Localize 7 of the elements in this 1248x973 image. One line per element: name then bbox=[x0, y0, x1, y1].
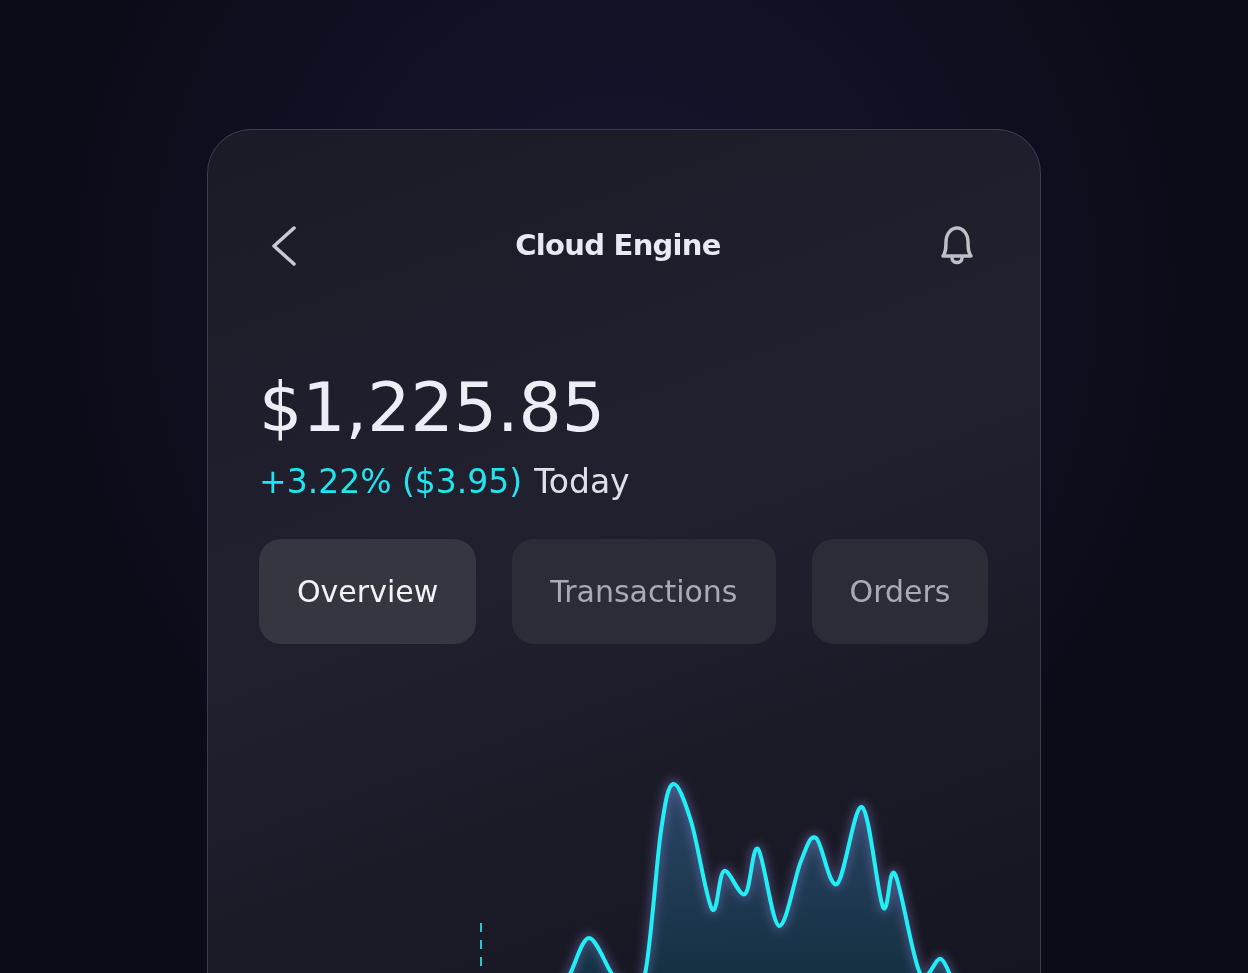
balance-amount: $1,225.85 bbox=[259, 368, 607, 448]
change-period: Today bbox=[534, 461, 630, 503]
change-amount: +3.22% ($3.95) bbox=[259, 461, 523, 503]
screen-title: Cloud Engine bbox=[515, 227, 721, 265]
tab[interactable]: Overview bbox=[259, 539, 477, 644]
tab[interactable]: Transactions bbox=[512, 539, 776, 644]
tab[interactable]: Orders bbox=[811, 539, 989, 644]
